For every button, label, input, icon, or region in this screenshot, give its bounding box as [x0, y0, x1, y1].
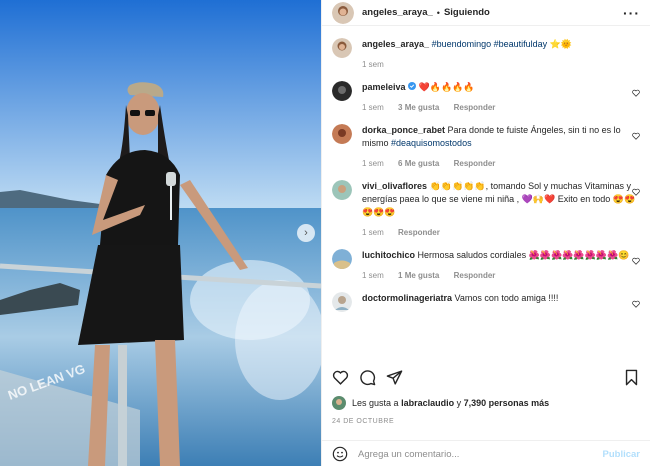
post-photo[interactable]: NO LEAN VG › [0, 0, 321, 466]
reply-button[interactable]: Responder [398, 228, 440, 237]
comment-item: dorka_ponce_rabet Para donde te fuiste Á… [332, 124, 640, 170]
like-comment-heart-icon[interactable] [632, 188, 640, 196]
beach-photo-image: NO LEAN VG [0, 0, 321, 466]
comment-likes[interactable]: 1 Me gusta [398, 271, 439, 280]
like-comment-heart-icon[interactable] [632, 257, 640, 265]
comment-text: Vamos con todo amiga !!!! [454, 293, 559, 303]
commenter-avatar[interactable] [332, 180, 352, 200]
comment-hashtag[interactable]: #deaquisomostodos [391, 138, 472, 148]
commenter-username[interactable]: luchitochico [362, 250, 415, 260]
caption-username[interactable]: angeles_araya_ [362, 39, 429, 49]
reply-button[interactable]: Responder [454, 103, 496, 112]
commenter-username[interactable]: dorka_ponce_rabet [362, 125, 445, 135]
comment-text: ❤️🔥🔥🔥🔥 [418, 82, 475, 92]
author-username[interactable]: angeles_araya_ [362, 7, 433, 18]
post-header: angeles_araya_ • Siguiendo ··· [322, 0, 650, 26]
save-bookmark-icon[interactable] [623, 369, 640, 386]
comment-text: Hermosa saludos cordiales 🌺🌺🌺🌺🌺🌺🌺🌺😊 [417, 250, 630, 260]
comment-bubble-icon[interactable] [359, 369, 376, 386]
post-panel: angeles_araya_ • Siguiendo ··· angeles_a… [321, 0, 650, 466]
share-send-icon[interactable] [386, 369, 403, 386]
author-avatar[interactable] [332, 1, 354, 24]
caption-avatar[interactable] [332, 38, 352, 58]
caption-text[interactable]: #buendomingo #beautifulday ⭐🌞 [432, 39, 573, 49]
likes-conj: y [456, 398, 462, 408]
comment-item: doctormolinageriatra Vamos con todo amig… [332, 292, 640, 312]
header-separator: • [436, 7, 440, 18]
commenter-avatar[interactable] [332, 81, 352, 101]
reply-button[interactable]: Responder [454, 159, 496, 168]
commenter-username[interactable]: pameleiva [362, 82, 406, 92]
comment-item: pameleiva ❤️🔥🔥🔥🔥 1 sem 3 Me gusta Respon… [332, 81, 640, 114]
likes-summary: Les gusta a labraclaudio y 7,390 persona… [332, 396, 640, 410]
post-actions [332, 368, 640, 386]
comment-item: vivi_olivaflores 👏👏👏👏👏, tomando Sol y mu… [332, 180, 640, 239]
likes-count[interactable]: 7,390 personas más [464, 398, 550, 408]
commenter-avatar[interactable] [332, 249, 352, 269]
caption: angeles_araya_ #buendomingo #beautifulda… [332, 38, 640, 71]
following-button[interactable]: Siguiendo [444, 7, 490, 18]
comment-likes[interactable]: 3 Me gusta [398, 103, 439, 112]
instagram-post: NO LEAN VG › angeles_araya_ • Siguiendo … [0, 0, 650, 466]
post-date[interactable]: 24 DE OCTUBRE [332, 418, 394, 425]
more-options-icon[interactable]: ··· [623, 5, 640, 21]
comment-item: luchitochico Hermosa saludos cordiales 🌺… [332, 249, 640, 282]
comment-time[interactable]: 1 sem [362, 103, 384, 112]
commenter-username[interactable]: doctormolinageriatra [362, 293, 452, 303]
comment-time[interactable]: 1 sem [362, 271, 384, 280]
commenter-avatar[interactable] [332, 292, 352, 312]
like-comment-heart-icon[interactable] [632, 89, 640, 97]
likes-prefix: Les gusta a [352, 398, 399, 408]
publish-button[interactable]: Publicar [603, 449, 641, 460]
like-heart-icon[interactable] [332, 369, 349, 386]
reply-button[interactable]: Responder [454, 271, 496, 280]
like-comment-heart-icon[interactable] [632, 300, 640, 308]
comments-list[interactable]: angeles_araya_ #buendomingo #beautifulda… [322, 38, 650, 358]
like-comment-heart-icon[interactable] [632, 132, 640, 140]
next-photo-button[interactable]: › [297, 224, 315, 242]
liker-avatar[interactable] [332, 396, 346, 410]
verified-badge-icon [408, 82, 417, 90]
liker-username[interactable]: labraclaudio [401, 398, 454, 408]
comment-likes[interactable]: 6 Me gusta [398, 159, 439, 168]
emoji-icon[interactable] [332, 446, 348, 462]
commenter-avatar[interactable] [332, 124, 352, 144]
comment-time[interactable]: 1 sem [362, 159, 384, 168]
commenter-username[interactable]: vivi_olivaflores [362, 181, 427, 191]
caption-time[interactable]: 1 sem [362, 60, 384, 69]
add-comment-bar: Agrega un comentario... Publicar [322, 440, 650, 467]
comment-input[interactable]: Agrega un comentario... [358, 449, 459, 460]
comment-time[interactable]: 1 sem [362, 228, 384, 237]
